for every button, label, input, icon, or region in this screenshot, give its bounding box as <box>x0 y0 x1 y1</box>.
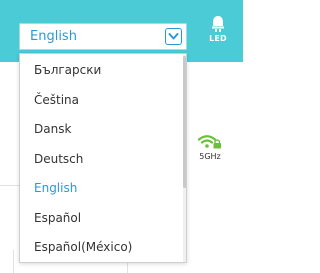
scrollbar-thumb[interactable] <box>183 56 186 188</box>
wifi-5ghz-indicator[interactable]: 5GHz <box>194 134 226 161</box>
language-select-value: English <box>30 29 77 44</box>
language-option-selected[interactable]: English <box>20 174 186 204</box>
scrollbar-track[interactable] <box>183 54 186 262</box>
divider <box>13 250 14 273</box>
language-select[interactable]: English <box>19 23 187 50</box>
language-dropdown: Български Čeština Dansk Deutsch English … <box>19 53 187 263</box>
divider <box>0 185 19 186</box>
wifi-band-label: 5GHz <box>199 152 221 161</box>
led-label: LED <box>209 34 227 43</box>
led-bulb-icon <box>212 16 224 32</box>
language-option[interactable]: Dansk <box>20 115 186 145</box>
chevron-down-icon[interactable] <box>165 28 182 45</box>
language-option[interactable]: Español(México) <box>20 233 186 262</box>
language-option[interactable]: Español <box>20 204 186 234</box>
wifi-locked-icon <box>198 135 221 149</box>
language-option-list: Български Čeština Dansk Deutsch English … <box>20 56 186 262</box>
language-option[interactable]: Čeština <box>20 86 186 116</box>
language-option[interactable]: Deutsch <box>20 145 186 175</box>
language-option[interactable]: Български <box>20 56 186 86</box>
led-toggle[interactable]: LED <box>203 14 233 54</box>
